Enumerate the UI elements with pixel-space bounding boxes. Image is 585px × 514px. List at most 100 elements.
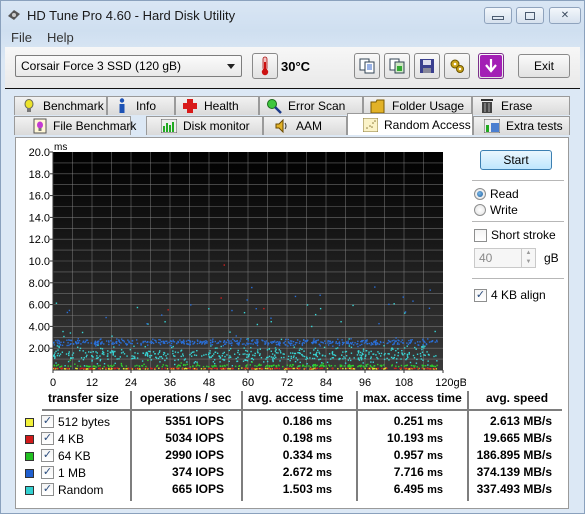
data-point xyxy=(154,367,157,369)
spinner-arrows[interactable]: ▲ ▼ xyxy=(521,249,535,267)
data-point xyxy=(103,353,105,356)
data-point xyxy=(76,367,78,370)
write-option[interactable]: Write xyxy=(474,203,518,217)
tab-file-benchmark[interactable]: File Benchmark xyxy=(14,116,136,135)
data-point xyxy=(209,350,211,352)
data-point xyxy=(130,342,132,345)
close-button[interactable]: ✕ xyxy=(549,7,581,24)
data-point xyxy=(278,344,281,347)
read-radio[interactable] xyxy=(474,188,486,200)
write-radio[interactable] xyxy=(474,204,486,216)
data-point xyxy=(95,366,97,368)
short-stroke-checkbox[interactable] xyxy=(474,228,487,242)
read-option[interactable]: Read xyxy=(474,187,519,201)
data-point xyxy=(74,363,76,365)
series-checkbox[interactable]: ✓ xyxy=(41,466,54,479)
tab-erase[interactable]: Erase xyxy=(472,96,570,115)
data-point xyxy=(208,308,210,310)
data-point xyxy=(207,353,210,356)
temperature-button[interactable] xyxy=(252,53,278,79)
short-stroke-spinner[interactable]: 40 ▲ ▼ xyxy=(474,248,536,268)
series-checkbox[interactable]: ✓ xyxy=(41,432,54,445)
align-checkbox[interactable]: ✓ xyxy=(474,288,487,302)
data-point xyxy=(91,355,93,357)
data-point xyxy=(193,341,196,344)
tab-health[interactable]: Health xyxy=(175,96,259,115)
series-checkbox[interactable]: ✓ xyxy=(41,415,54,428)
data-point xyxy=(209,367,211,369)
data-point xyxy=(56,341,58,343)
spin-up-icon[interactable]: ▲ xyxy=(526,250,532,256)
data-point xyxy=(75,367,77,370)
data-point xyxy=(390,349,392,351)
data-point xyxy=(183,343,185,345)
copy-image-button[interactable] xyxy=(384,53,410,79)
series-checkbox[interactable]: ✓ xyxy=(41,449,54,462)
copy-text-button[interactable] xyxy=(354,53,380,79)
menu-file[interactable]: File xyxy=(11,30,32,45)
menu-help[interactable]: Help xyxy=(47,30,74,45)
spin-down-icon[interactable]: ▼ xyxy=(526,259,532,265)
data-point xyxy=(147,359,149,362)
data-point xyxy=(384,368,386,370)
data-point xyxy=(273,357,276,360)
start-button[interactable]: Start xyxy=(480,150,552,170)
data-point xyxy=(190,355,193,357)
data-point xyxy=(294,360,297,363)
data-point xyxy=(96,343,98,346)
tab-aam[interactable]: AAM xyxy=(263,116,347,135)
download-button[interactable] xyxy=(478,53,504,79)
options-button[interactable] xyxy=(444,53,470,79)
data-point xyxy=(137,367,140,370)
drive-select[interactable]: Corsair Force 3 SSD (120 gB) xyxy=(15,55,242,77)
tab-extra-tests[interactable]: Extra tests xyxy=(473,116,570,135)
data-point xyxy=(395,365,397,367)
data-point xyxy=(247,355,250,358)
data-point xyxy=(334,365,336,367)
data-point xyxy=(116,338,118,340)
data-point xyxy=(219,365,222,367)
short-stroke-option[interactable]: Short stroke xyxy=(474,228,556,242)
data-point xyxy=(90,351,92,353)
save-button[interactable] xyxy=(414,53,440,79)
data-point xyxy=(412,367,414,370)
data-point xyxy=(290,344,292,346)
avg-speed-value: 2.613 MB/s xyxy=(489,414,552,428)
data-point xyxy=(360,365,362,368)
data-point xyxy=(152,351,155,353)
data-point xyxy=(97,365,100,367)
data-point xyxy=(402,342,404,344)
data-point xyxy=(86,365,88,367)
data-point xyxy=(301,343,304,345)
data-point xyxy=(416,353,419,355)
data-point xyxy=(238,353,241,356)
data-point xyxy=(212,361,215,363)
data-point xyxy=(357,345,359,348)
tab-disk-monitor[interactable]: Disk monitor xyxy=(146,116,263,135)
y-tick-label: 12.0 xyxy=(29,234,50,246)
data-point xyxy=(315,340,317,342)
data-point xyxy=(401,349,403,352)
data-point xyxy=(166,340,168,342)
exit-button[interactable]: Exit xyxy=(518,54,570,78)
data-point xyxy=(374,286,376,288)
maximize-button[interactable] xyxy=(516,7,544,24)
data-point xyxy=(415,348,417,350)
data-point xyxy=(238,368,240,370)
minimize-button[interactable] xyxy=(484,7,512,24)
tab-info[interactable]: Info xyxy=(107,96,175,115)
tab-random-access[interactable]: Random Access xyxy=(347,113,473,135)
tab-benchmark[interactable]: Benchmark xyxy=(14,96,107,115)
series-checkbox[interactable]: ✓ xyxy=(41,483,54,496)
data-point xyxy=(259,353,261,355)
data-point xyxy=(351,367,353,370)
align-option[interactable]: ✓ 4 KB align xyxy=(474,288,546,302)
data-point xyxy=(192,368,194,370)
data-point xyxy=(160,340,163,343)
data-point xyxy=(224,365,226,367)
data-point xyxy=(231,342,233,344)
data-point xyxy=(146,323,148,325)
data-point xyxy=(408,342,411,344)
data-point xyxy=(299,367,301,370)
data-point xyxy=(390,356,393,359)
